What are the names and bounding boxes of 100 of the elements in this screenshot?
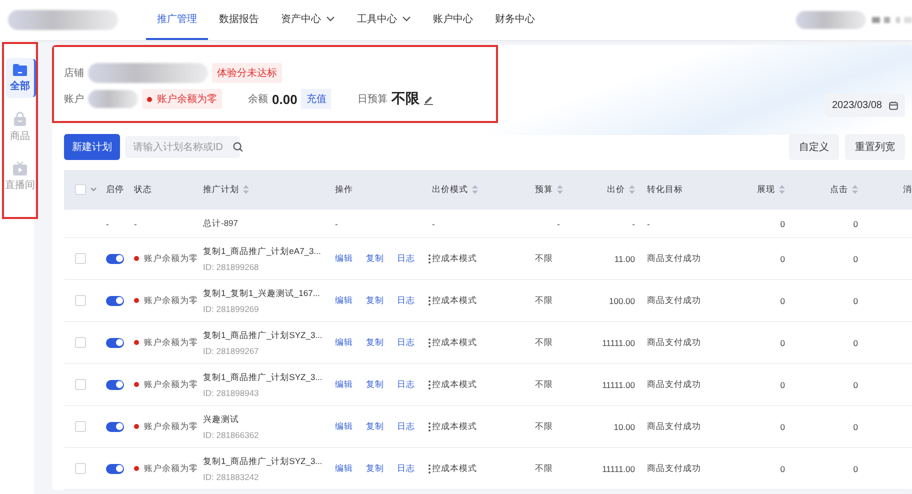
status-text: 账户余额为零 [134,378,198,390]
table-cell: 0 [780,296,785,306]
column-header: 状态 [134,184,152,196]
action-link[interactable]: 编辑 [335,462,353,474]
row-checkbox[interactable] [75,379,86,390]
row-checkbox[interactable] [75,295,86,306]
column-header: 出价 [607,184,625,196]
action-link[interactable]: 日志 [397,336,415,348]
toggle-switch[interactable] [106,464,124,474]
toggle-switch[interactable] [106,254,124,264]
column-header: 点击 [830,184,848,196]
plan-name[interactable]: 复制1_商品推广_计划SYZ_3... [203,456,322,468]
row-checkbox[interactable] [75,463,86,474]
toggle-switch[interactable] [106,422,124,432]
plan-name[interactable]: 复制1_商品推广_计划SYZ_3... [203,372,322,384]
action-link[interactable]: 日志 [397,378,415,390]
nav-item[interactable]: 推广管理 [146,0,208,40]
table-cell: - [647,218,650,228]
nav-item[interactable]: 数据报告 [208,0,270,40]
recharge-button[interactable]: 充值 [301,89,332,109]
plan-name[interactable]: 复制1_商品推广_计划eA7_3... [203,246,321,258]
column-header: 出价模式 [432,184,468,196]
table-cell: 0 [780,254,785,264]
plan-id: ID: 281899268 [203,262,259,272]
field-label: 账户 [64,92,84,106]
action-link[interactable]: 复制 [366,420,384,432]
new-plan-button[interactable]: 新建计划 [64,134,120,160]
table-cell: 控成本模式 [432,378,477,390]
toggle-switch[interactable] [106,338,124,348]
column-header: 消 [903,184,912,196]
action-link[interactable]: 日志 [397,420,415,432]
action-link[interactable]: 复制 [366,336,384,348]
row-checkbox[interactable] [75,253,86,264]
plan-id: ID: 281899269 [203,304,259,314]
nav-item[interactable]: 账户中心 [422,0,484,40]
action-link[interactable]: 日志 [397,252,415,264]
plan-name[interactable]: 兴趣测试 [203,414,239,426]
table-cell: 0 [853,254,858,264]
column-header: 预算 [535,184,553,196]
table-cell: 0 [853,422,858,432]
column-header: 展现 [757,184,775,196]
toggle-switch[interactable] [106,380,124,390]
status-text: 账户余额为零 [134,420,198,432]
plan-name[interactable]: 复制1_复制1_兴趣测试_167... [203,288,320,300]
status-text: 账户余额为零 [134,294,198,306]
plan-id: ID: 281866362 [203,430,259,440]
table-cell: 0 [853,296,858,306]
plan-name[interactable]: 复制1_商品推广_计划SYZ_3... [203,330,322,342]
toolbar-button[interactable]: 自定义 [789,134,839,160]
select-all-checkbox[interactable] [75,184,86,195]
action-link[interactable]: 编辑 [335,378,353,390]
field-label: 余额 [248,92,268,106]
table-cell: - [134,218,137,228]
table-cell: 控成本模式 [432,420,477,432]
table-cell: 不限 [535,294,553,306]
table-cell: 不限 [535,336,553,348]
table-cell: 商品支付成功 [647,336,701,348]
row-checkbox[interactable] [75,337,86,348]
table-cell: 商品支付成功 [647,252,701,264]
toolbar-button[interactable]: 重置列宽 [845,134,905,160]
table-cell: 100.00 [609,296,635,306]
nav-item[interactable]: 资产中心 [270,0,346,40]
field-label: 日预算 [357,93,388,106]
chevron-down-icon [90,187,97,192]
action-link[interactable]: 编辑 [335,252,353,264]
sidebar-item[interactable]: 全部 [6,58,34,98]
action-link[interactable]: 编辑 [335,336,353,348]
table-cell: - [557,218,560,228]
plan-id: ID: 281899267 [203,346,259,356]
nav-item[interactable]: 工具中心 [346,0,422,40]
action-link[interactable]: 复制 [366,252,384,264]
more-icon [428,338,431,348]
calendar-icon [889,101,898,110]
action-link[interactable]: 复制 [366,462,384,474]
action-link[interactable]: 复制 [366,378,384,390]
table-cell: 商品支付成功 [647,378,701,390]
action-link[interactable]: 日志 [397,462,415,474]
action-link[interactable]: 复制 [366,294,384,306]
column-header: 转化目标 [647,184,683,196]
warning-badge: 体验分未达标 [212,63,282,83]
chevron-down-icon [326,16,335,22]
nav-item[interactable]: 财务中心 [484,0,546,40]
action-link[interactable]: 日志 [397,294,415,306]
folder-icon [12,63,28,77]
more-icon [428,422,431,432]
row-checkbox[interactable] [75,421,86,432]
table-cell: 不限 [535,378,553,390]
action-link[interactable]: 编辑 [335,420,353,432]
table-cell: 0 [853,218,858,228]
date-picker[interactable]: 2023/03/08 [824,94,905,117]
toggle-switch[interactable] [106,296,124,306]
table-cell: 控成本模式 [432,336,477,348]
action-link[interactable]: 编辑 [335,294,353,306]
tv-icon [12,161,28,176]
table-cell: 不限 [535,462,553,474]
balance-value: 0.00 [272,92,298,106]
search-field[interactable]: 请输入计划名称或ID [125,136,240,158]
table-cell: 0 [780,338,785,348]
table-cell: 控成本模式 [432,294,477,306]
table-cell: 不限 [535,420,553,432]
